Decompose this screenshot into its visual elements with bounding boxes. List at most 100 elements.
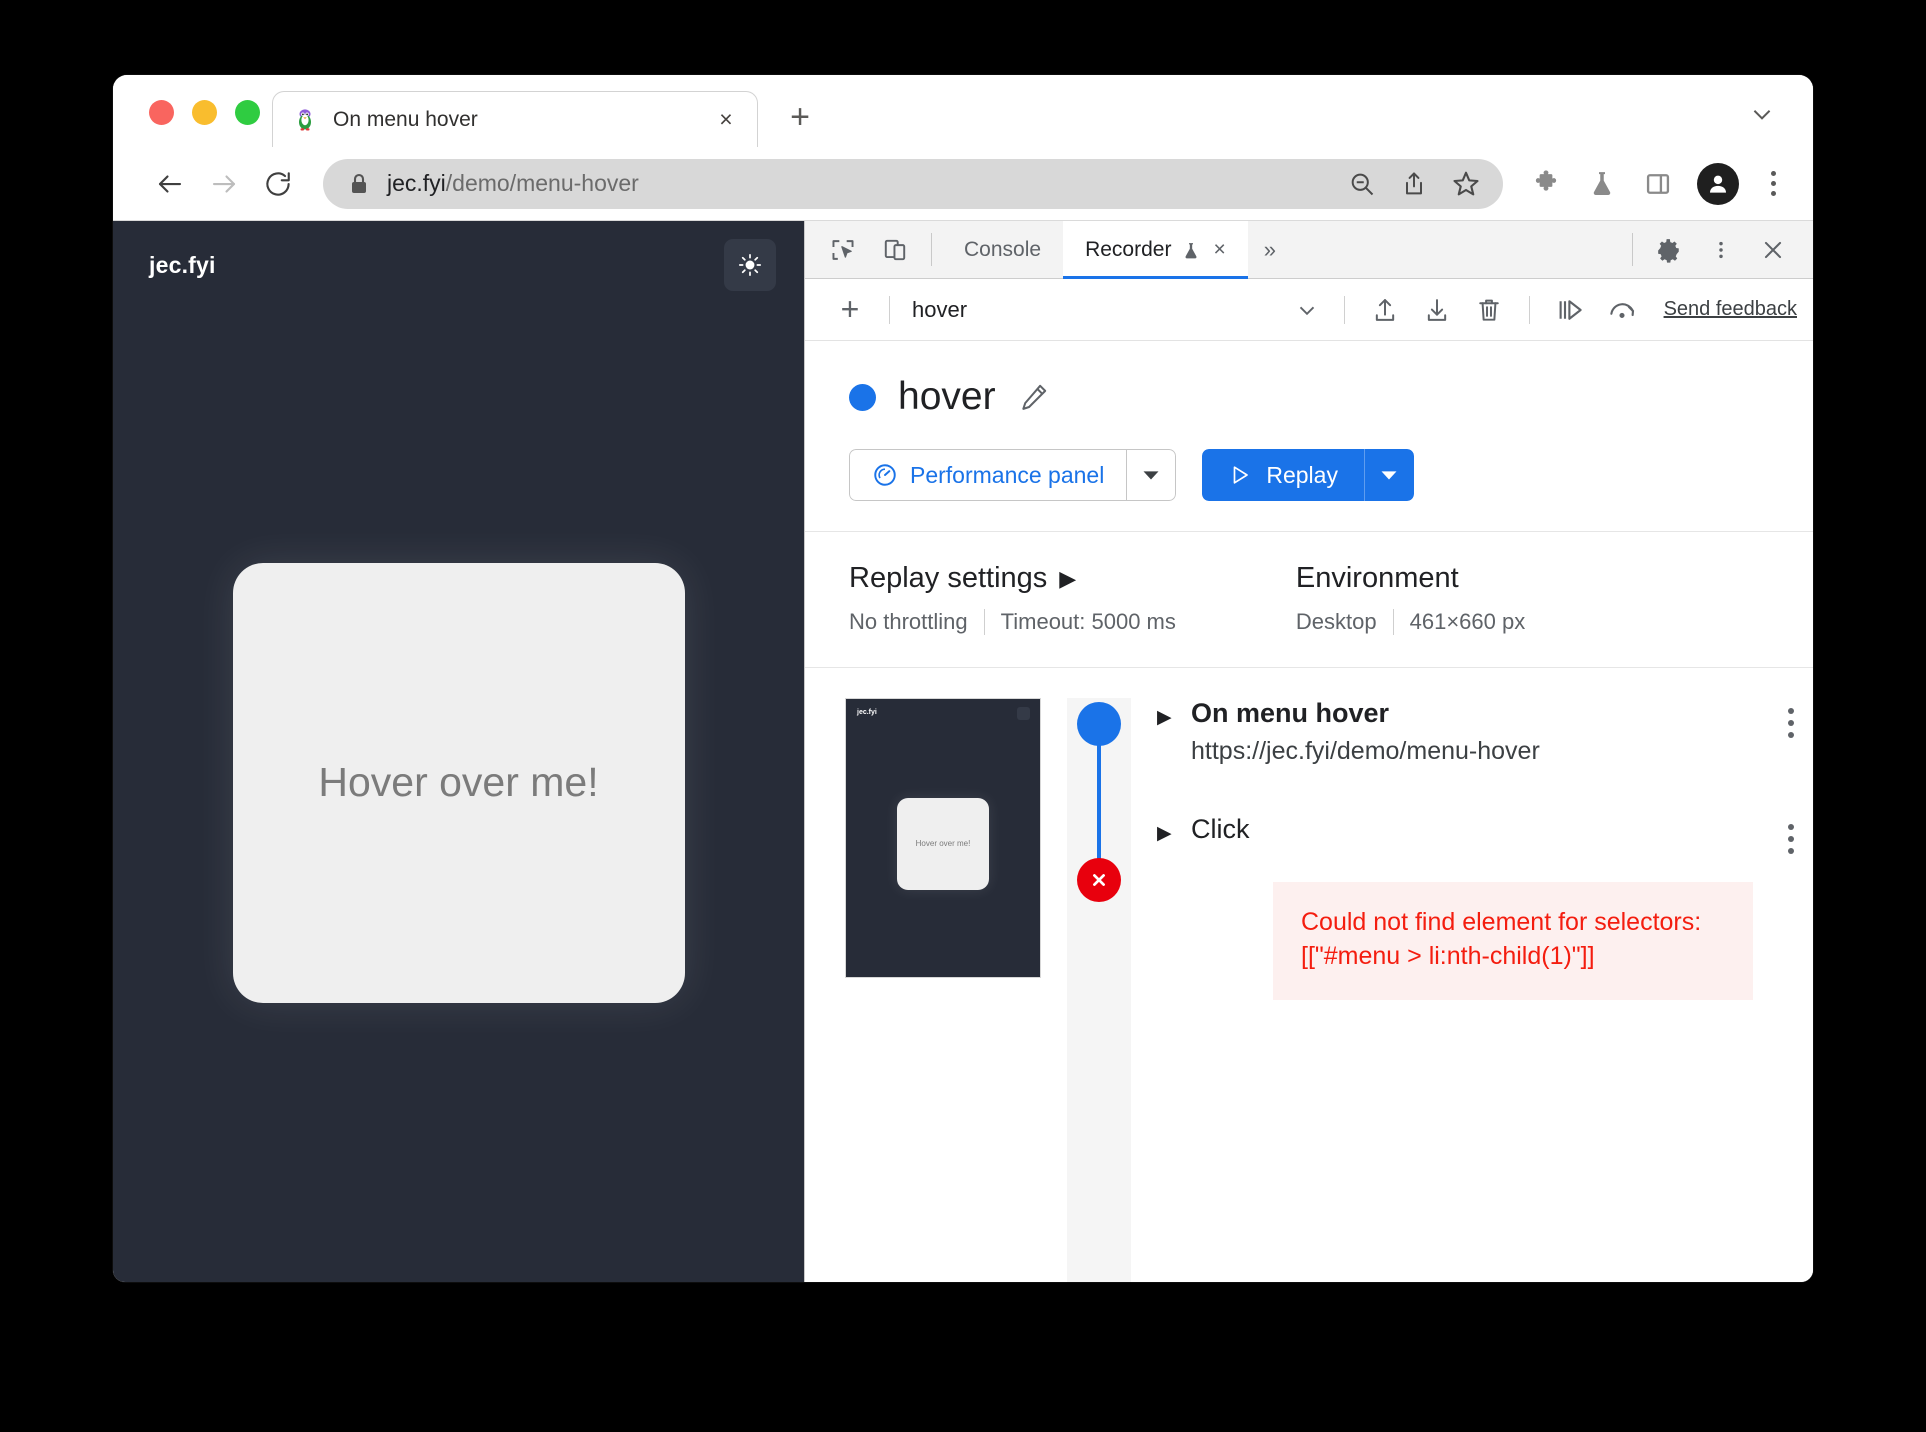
devtools-right-actions: [1622, 221, 1813, 278]
step-screenshot-thumbnail[interactable]: jec.fyi Hover over me!: [845, 698, 1041, 978]
settings-row: Replay settings ▶ No throttling Timeout:…: [805, 532, 1813, 668]
environment-values: Desktop 461×660 px: [1296, 609, 1525, 635]
throttling-value: No throttling: [849, 609, 968, 634]
expand-caret-icon: ▶: [1059, 565, 1077, 591]
step-options-icon[interactable]: [1769, 814, 1813, 854]
step-title: Click: [1191, 814, 1250, 844]
performance-panel-split-button: Performance panel: [849, 449, 1177, 501]
replay-split-button: Replay: [1202, 449, 1414, 501]
play-icon: [1228, 463, 1252, 487]
side-panel-icon[interactable]: [1635, 161, 1681, 207]
close-tab-button[interactable]: ×: [713, 107, 739, 133]
step-options-icon[interactable]: [1769, 698, 1813, 738]
tab-console-label: Console: [964, 237, 1042, 261]
reload-icon[interactable]: [251, 157, 305, 211]
sun-icon[interactable]: [724, 239, 776, 291]
gear-icon[interactable]: [1643, 221, 1695, 278]
toolbar-divider: [1528, 295, 1530, 324]
delete-icon[interactable]: [1465, 287, 1513, 333]
page-header: jec.fyi: [113, 221, 804, 309]
recorder-toolbar: + hover Send feedback: [805, 279, 1813, 341]
thumbnail-logo: jec.fyi: [857, 709, 877, 716]
replay-step-icon[interactable]: [1546, 287, 1594, 333]
step-url: https://jec.fyi/demo/menu-hover: [1191, 737, 1540, 765]
browser-toolbar: jec.fyi/demo/menu-hover: [113, 147, 1813, 221]
share-icon[interactable]: [1393, 163, 1435, 205]
forward-arrow-icon[interactable]: [197, 157, 251, 211]
more-options-icon[interactable]: [1695, 221, 1747, 278]
step-item[interactable]: ▶ On menu hover https://jec.fyi/demo/men…: [1157, 698, 1813, 766]
hover-target-card[interactable]: Hover over me!: [232, 562, 685, 1003]
inspect-element-icon[interactable]: [817, 221, 869, 278]
penguin-favicon: [293, 108, 317, 132]
extensions-puzzle-icon[interactable]: [1523, 161, 1569, 207]
thumbnail-card-label: Hover over me!: [915, 839, 971, 849]
step-content: Click: [1191, 814, 1769, 845]
lock-icon: [349, 172, 369, 196]
tab-recorder[interactable]: Recorder ×: [1063, 221, 1248, 279]
profile-avatar-icon[interactable]: [1697, 162, 1739, 205]
replay-button[interactable]: Replay: [1202, 449, 1364, 501]
experiments-flask-icon[interactable]: [1579, 161, 1625, 207]
step-content: On menu hover https://jec.fyi/demo/menu-…: [1191, 698, 1769, 766]
chevron-down-icon[interactable]: [1745, 97, 1779, 131]
step-item[interactable]: ▶ Click: [1157, 814, 1813, 854]
send-feedback-link[interactable]: Send feedback: [1664, 298, 1797, 321]
step-title: On menu hover: [1191, 698, 1390, 728]
performance-panel-button[interactable]: Performance panel: [849, 449, 1127, 501]
error-line-2: [["#menu > li:nth-child(1)"]]: [1301, 941, 1595, 970]
browser-menu-icon[interactable]: [1755, 161, 1791, 207]
minimize-window-button[interactable]: [192, 100, 217, 125]
experiments-flask-icon: [1181, 238, 1201, 261]
steps-list: ▶ On menu hover https://jec.fyi/demo/men…: [1131, 698, 1813, 1282]
steps-section: jec.fyi Hover over me! ▶ On menu hover h…: [805, 668, 1813, 1282]
environment-group: Environment Desktop 461×660 px: [1296, 562, 1525, 635]
thumbnail-sun-icon: [1017, 707, 1030, 720]
create-recording-button[interactable]: +: [827, 287, 873, 333]
new-tab-button[interactable]: +: [780, 97, 820, 137]
export-icon[interactable]: [1413, 287, 1461, 333]
bookmark-star-icon[interactable]: [1445, 163, 1487, 205]
site-logo[interactable]: jec.fyi: [149, 252, 216, 279]
back-arrow-icon[interactable]: [143, 157, 197, 211]
address-bar[interactable]: jec.fyi/demo/menu-hover: [323, 158, 1503, 209]
pencil-edit-icon[interactable]: [1018, 380, 1052, 414]
expand-caret-icon[interactable]: ▶: [1157, 814, 1191, 845]
recording-title-row: hover: [849, 375, 1813, 419]
expand-caret-icon[interactable]: ▶: [1157, 698, 1191, 729]
replay-dropdown[interactable]: [1363, 449, 1414, 501]
zoom-window-button[interactable]: [235, 100, 260, 125]
browser-window: On menu hover × + jec.fyi/demo/menu-hove…: [113, 75, 1813, 1282]
close-window-button[interactable]: [149, 100, 174, 125]
close-icon[interactable]: [1747, 221, 1799, 278]
tab-console[interactable]: Console: [942, 221, 1063, 278]
import-icon[interactable]: [1361, 287, 1409, 333]
error-line-1: Could not find element for selectors:: [1301, 908, 1702, 936]
performance-panel-label: Performance panel: [910, 461, 1105, 488]
recording-selector[interactable]: hover: [906, 297, 1328, 323]
recording-header: hover Performance panel Replay: [805, 341, 1813, 532]
recording-actions: Performance panel Replay: [849, 449, 1813, 501]
browser-content-split: jec.fyi Hover over me! Console Recorder …: [113, 221, 1813, 1282]
steps-timeline: [1067, 698, 1131, 1282]
timeline-error-node: [1077, 858, 1121, 902]
replay-settings-toggle[interactable]: Replay settings ▶: [849, 562, 1176, 595]
tab-recorder-label: Recorder: [1085, 237, 1172, 261]
toolbar-divider: [889, 295, 890, 324]
device-toolbar-icon[interactable]: [869, 221, 921, 278]
devtools-tabbar: Console Recorder × »: [805, 221, 1813, 279]
replay-settings-values: No throttling Timeout: 5000 ms: [849, 609, 1176, 635]
browser-tab[interactable]: On menu hover ×: [272, 91, 758, 147]
devtools-panel: Console Recorder × » + hover Send feedba…: [805, 221, 1813, 1282]
devtools-overflow-button[interactable]: »: [1248, 221, 1292, 278]
zoom-out-icon[interactable]: [1341, 163, 1383, 205]
replay-speed-icon[interactable]: [1598, 287, 1646, 333]
hover-card-label: Hover over me!: [318, 759, 599, 805]
page-main: Hover over me!: [113, 309, 804, 1282]
address-host: jec.fyi: [387, 170, 446, 196]
omnibox-actions: [1341, 163, 1499, 205]
right-divider: [1632, 233, 1633, 266]
performance-panel-dropdown[interactable]: [1126, 449, 1177, 501]
close-recorder-tab-button[interactable]: ×: [1213, 238, 1225, 262]
viewport-value: 461×660 px: [1409, 609, 1526, 634]
